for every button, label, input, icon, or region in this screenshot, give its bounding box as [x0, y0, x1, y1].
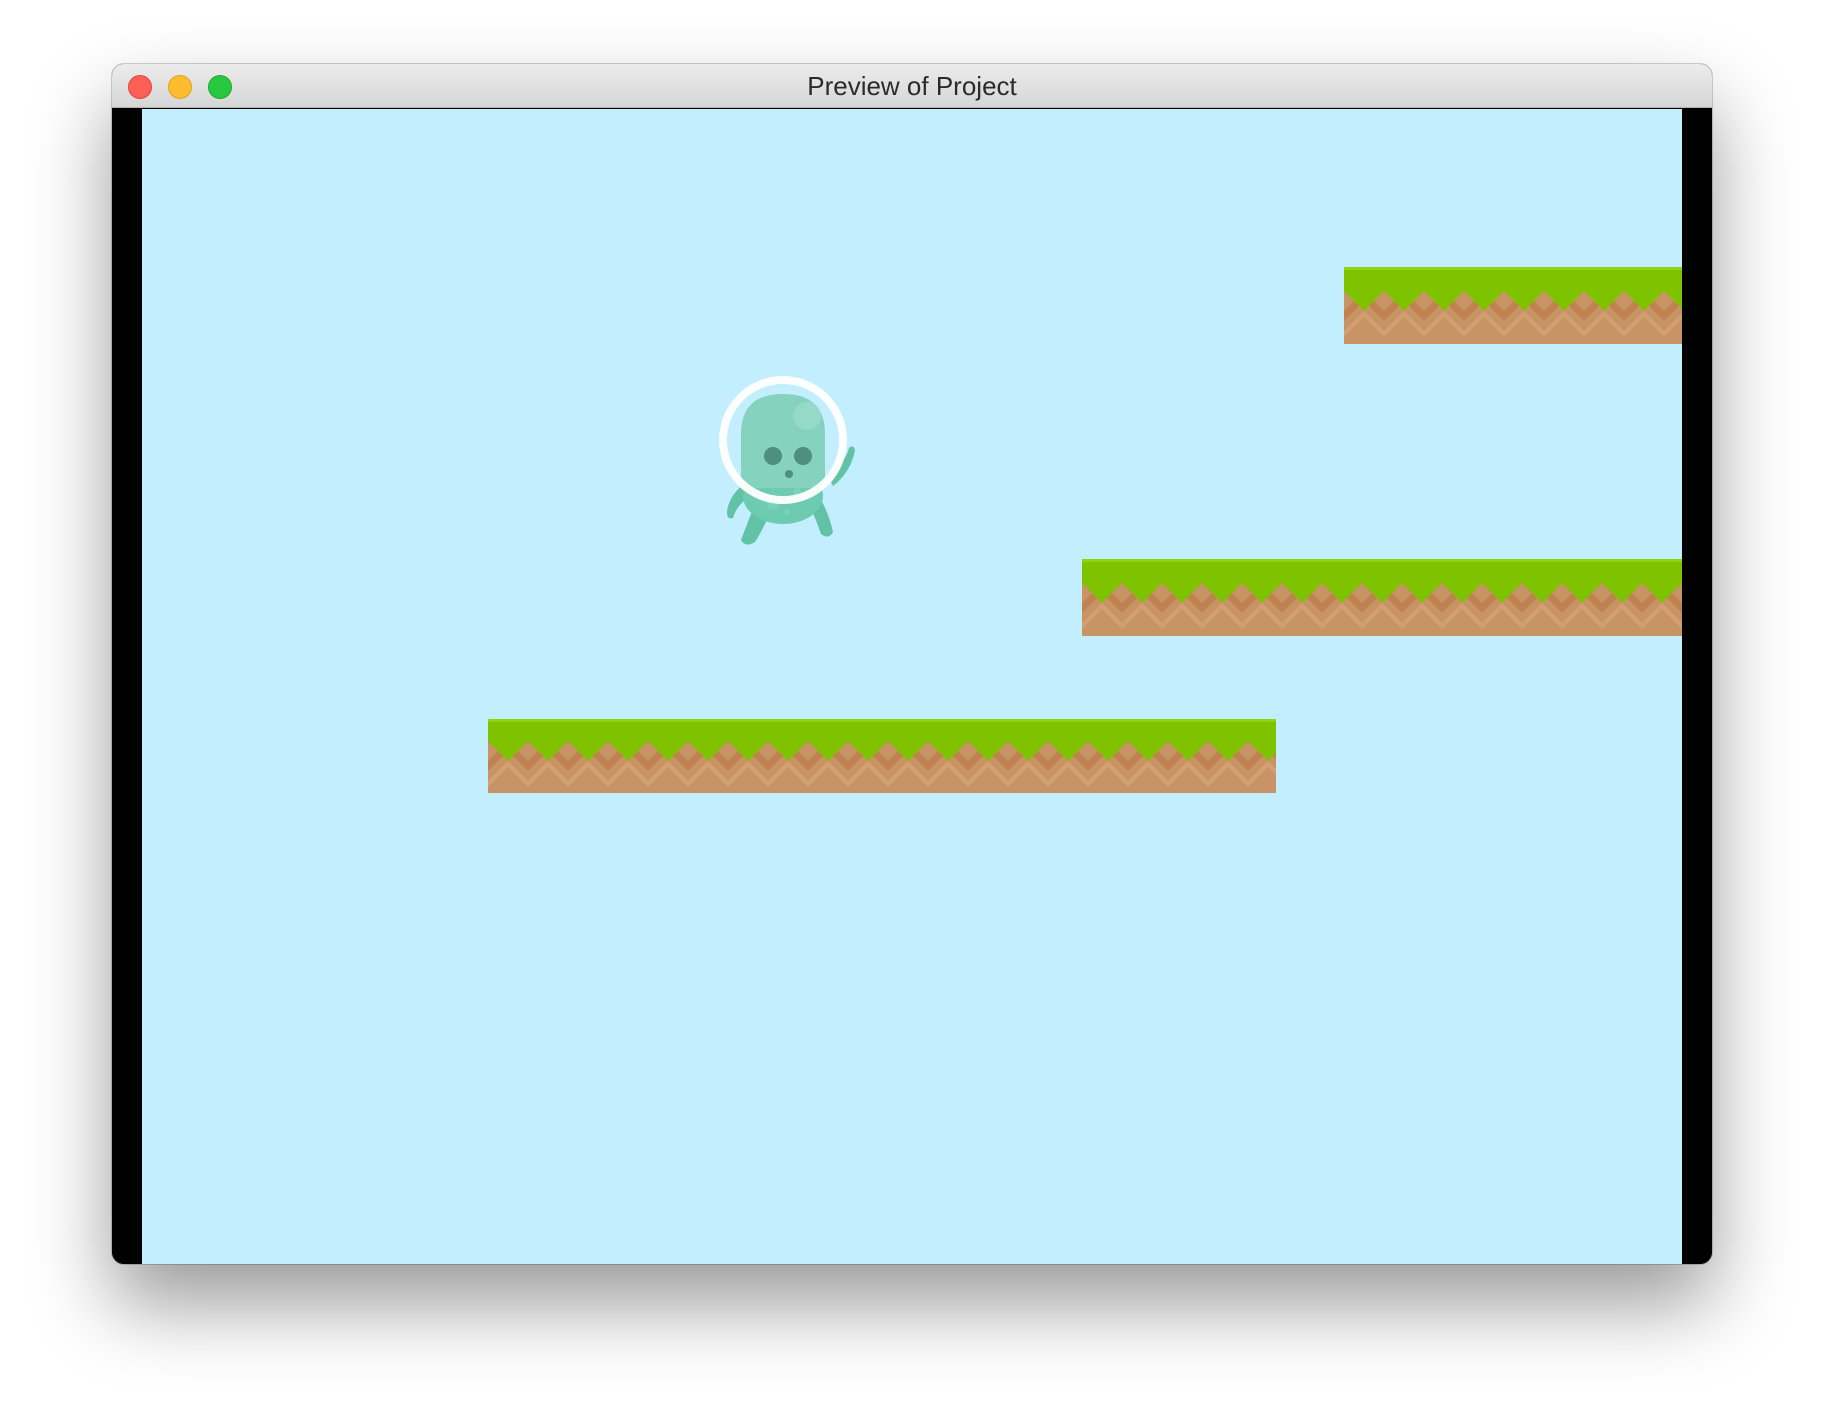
platform-lower-tiles [488, 719, 1276, 793]
platform-middle [1082, 559, 1682, 636]
platform-top-tiles [1344, 267, 1682, 344]
platform-middle-tiles [1082, 559, 1682, 636]
game-canvas[interactable] [142, 109, 1682, 1264]
preview-window: Preview of Project [112, 64, 1712, 1264]
platform-lower [488, 719, 1276, 793]
window-title: Preview of Project [807, 71, 1017, 101]
letterbox-left [112, 109, 142, 1264]
alien-astronaut-icon [717, 364, 857, 554]
platform-top [1344, 267, 1682, 344]
player-sprite [719, 376, 855, 545]
title-bar[interactable]: Preview of Project [112, 64, 1712, 108]
letterbox-right [1682, 109, 1712, 1264]
